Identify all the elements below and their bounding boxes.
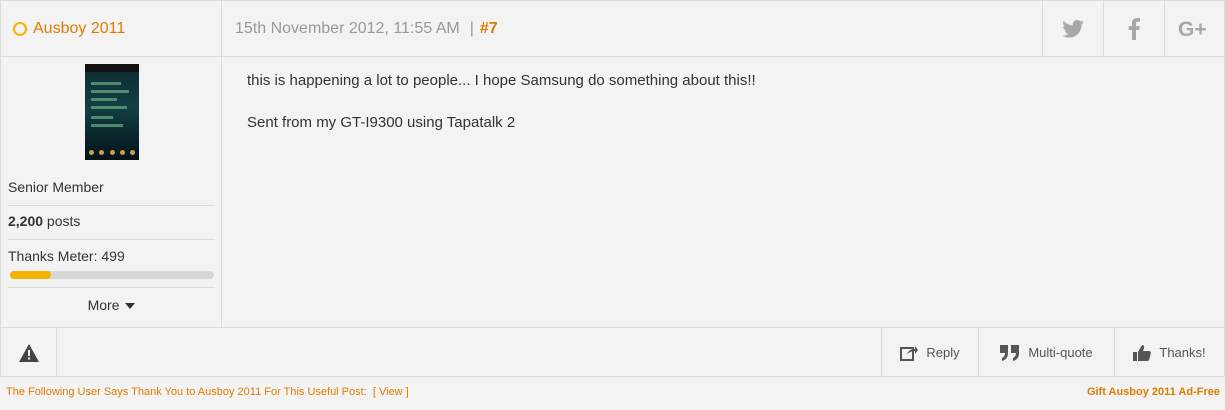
report-post-button[interactable] [1, 328, 57, 377]
warning-icon [18, 343, 39, 362]
user-sidebar: Senior Member 2,200 posts Thanks Meter: … [1, 57, 222, 327]
reply-icon [900, 345, 919, 361]
view-thanks-link[interactable]: [ View ] [373, 386, 409, 398]
post-number-link[interactable]: #7 [480, 20, 498, 38]
more-button[interactable]: More [1, 297, 222, 313]
user-title: Senior Member [8, 179, 104, 195]
share-twitter-button[interactable] [1042, 1, 1103, 57]
thanks-button[interactable]: Thanks! [1114, 328, 1224, 377]
facebook-icon [1128, 18, 1140, 40]
post-signature: Sent from my GT-I9300 using Tapatalk 2 [247, 114, 516, 132]
post-text-line: this is happening a lot to people... I h… [247, 72, 756, 89]
thumbs-up-icon [1133, 344, 1152, 361]
more-label: More [87, 297, 120, 313]
share-facebook-button[interactable] [1103, 1, 1164, 57]
twitter-icon [1062, 20, 1084, 38]
caret-down-icon [125, 303, 136, 309]
sidebar-divider [8, 239, 215, 240]
reply-label: Reply [926, 345, 960, 360]
thanks-meter-bar [10, 271, 214, 279]
post-user-cell: Ausboy 2011 [1, 1, 222, 57]
thanks-meter-fill [10, 271, 51, 279]
post-meta: 15th November 2012, 11:55 AM | #7 [235, 1, 498, 57]
post-card: Ausboy 2011 15th November 2012, 11:55 AM… [0, 0, 1225, 377]
meta-separator: | [469, 20, 474, 37]
post-count: 2,200 posts [8, 213, 80, 229]
post-content: this is happening a lot to people... I h… [247, 71, 756, 156]
thanks-label: Thanks! [1159, 345, 1206, 360]
reply-button[interactable]: Reply [881, 328, 978, 377]
svg-text:G+: G+ [1178, 19, 1207, 39]
thanks-meter-label: Thanks Meter: 499 [8, 248, 125, 264]
post-count-label: posts [43, 213, 81, 229]
multi-quote-label: Multi-quote [1028, 345, 1093, 360]
multi-quote-button[interactable]: Multi-quote [978, 328, 1114, 377]
post-date: 15th November 2012, 11:55 AM [235, 20, 460, 37]
post-header: Ausboy 2011 15th November 2012, 11:55 AM… [1, 1, 1224, 57]
post-footer: Reply Multi-quote Thanks! [1, 327, 1224, 377]
gift-ad-free-link[interactable]: Gift Ausboy 2011 Ad-Free [1087, 386, 1220, 398]
username-link[interactable]: Ausboy 2011 [33, 20, 125, 38]
sidebar-divider [8, 205, 215, 206]
share-google-plus-button[interactable]: G+ [1164, 1, 1225, 57]
online-status-icon [13, 22, 27, 36]
thanks-info-text: The Following User Says Thank You to Aus… [6, 386, 367, 398]
post-count-value: 2,200 [8, 213, 44, 229]
google-plus-icon: G+ [1178, 19, 1207, 39]
thanks-info-bar: The Following User Says Thank You to Aus… [0, 378, 1225, 410]
thanks-info: The Following User Says Thank You to Aus… [6, 386, 409, 398]
sidebar-divider [8, 287, 215, 288]
user-avatar[interactable] [85, 64, 139, 160]
quote-icon [1000, 344, 1020, 361]
